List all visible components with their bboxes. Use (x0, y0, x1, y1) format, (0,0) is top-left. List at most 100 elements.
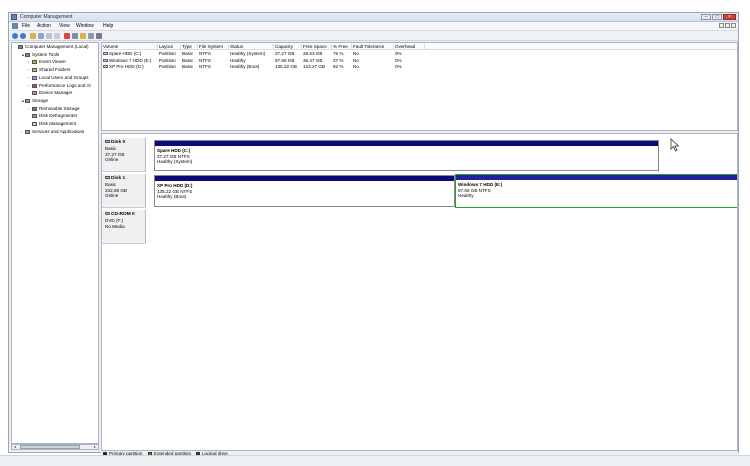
tree-node-label: Services and Applications (32, 128, 85, 134)
table-cell: 0% (395, 64, 402, 69)
column-header[interactable]: Volume (103, 44, 158, 49)
table-cell: 36.47 GB (303, 57, 323, 63)
table-row[interactable]: Spare HDD (C:) Partition Basic NTFS Healthy … (102, 51, 737, 57)
minimize-button[interactable]: – (701, 14, 711, 20)
table-cell: Basic (182, 57, 194, 63)
tree-node[interactable]: › Event Viewer (28, 59, 66, 65)
menu-view[interactable]: View (59, 23, 70, 29)
menu-window[interactable]: Window (76, 23, 94, 29)
tree-node[interactable]: ▲ System Tools (21, 52, 59, 58)
scroll-thumb[interactable] (20, 445, 80, 449)
mouse-cursor-icon (670, 138, 680, 152)
child-close-button[interactable] (731, 23, 736, 28)
tree-node[interactable]: › Local Users and Groups (28, 75, 89, 81)
delete-icon[interactable] (64, 33, 70, 39)
table-cell: 75 % (333, 51, 344, 56)
column-header[interactable]: Free Space (303, 44, 332, 49)
tree-node[interactable]: › Removable Storage (28, 106, 80, 112)
console-tree-icon[interactable] (54, 33, 60, 39)
window-title: Computer Management (20, 14, 73, 20)
volume-name-cell: XP Pro HDD (D:) (103, 64, 144, 69)
table-cell: 135.22 GB (275, 64, 297, 69)
tree-node[interactable]: Device Manager (28, 90, 72, 96)
tree-node[interactable]: Computer Management (Local) (14, 44, 89, 50)
up-icon[interactable] (30, 33, 36, 39)
table-cell: Partition (159, 64, 176, 69)
drive-icon[interactable] (88, 33, 94, 39)
primary-partition-bar (155, 176, 454, 181)
tree-node-label: Local Users and Groups (39, 74, 89, 80)
table-row[interactable]: XP Pro HDD (D:) Partition Basic NTFS Healthy… (102, 64, 737, 70)
toolbar (9, 31, 738, 41)
column-header[interactable]: Status (230, 44, 274, 49)
menu-help[interactable]: Help (103, 23, 113, 29)
column-header[interactable]: Capacity (275, 44, 302, 49)
disk-state: Online (105, 157, 119, 162)
menu-file[interactable]: File (22, 23, 30, 29)
column-header[interactable]: File System (199, 44, 229, 49)
tree-node-icon (25, 98, 30, 103)
table-cell: 0% (395, 51, 402, 56)
column-header[interactable]: Layout (159, 44, 181, 49)
tree-node[interactable]: › Performance Logs and Al (28, 83, 91, 89)
table-cell: 28.63 GB (303, 51, 323, 56)
title-bar[interactable]: Computer Management – □ × (9, 13, 738, 22)
tree-horizontal-scrollbar[interactable]: ◂ ▸ (11, 444, 99, 450)
child-minimize-button[interactable] (719, 23, 724, 28)
scroll-right-icon[interactable]: ▸ (92, 445, 98, 449)
child-restore-button[interactable] (725, 23, 730, 28)
disk-0-label[interactable]: Disk 0 Basic 37.27 GB Online (102, 138, 146, 172)
tree-node-icon (32, 122, 37, 126)
tree-node[interactable]: ▲ Storage (21, 98, 48, 104)
partition-name: XP Pro HDD (D:) (157, 183, 193, 188)
main-window: Computer Management – □ × File Action Vi… (8, 12, 739, 458)
tree-node-label: Shared Folders (39, 67, 71, 73)
column-header[interactable]: % Free (333, 44, 352, 49)
table-row[interactable]: Windows 7 HDD (E:) Partition Basic NTFS Heal… (102, 58, 737, 64)
disk-icon (105, 176, 110, 179)
menu-action[interactable]: Action (37, 23, 51, 29)
scroll-left-icon[interactable]: ◂ (12, 445, 18, 449)
column-header[interactable]: Fault Tolerance (353, 44, 394, 49)
disk-icon (105, 140, 110, 143)
console-icon[interactable] (12, 23, 18, 29)
column-header[interactable]: Overhead (395, 44, 425, 49)
volume-name: Spare HDD (C:) (109, 51, 142, 56)
disk-icon[interactable] (96, 33, 102, 39)
tree-node[interactable]: Disk Management (28, 121, 76, 127)
properties-icon[interactable] (38, 33, 44, 39)
help-icon[interactable] (46, 33, 52, 39)
tree-node[interactable]: › Services and Applications (21, 129, 84, 135)
primary-partition-bar (155, 141, 658, 146)
forward-icon[interactable] (20, 33, 26, 39)
volume-name: XP Pro HDD (D:) (109, 64, 144, 69)
folder-icon[interactable] (80, 33, 86, 39)
volume-name: Windows 7 HDD (E:) (109, 57, 152, 63)
table-cell: 37.27 GB (275, 51, 295, 56)
disk-name: CD-ROM 0 (111, 212, 135, 217)
table-cell: Partition (159, 57, 176, 63)
console-tree[interactable]: Computer Management (Local) ▲ System Tools… (11, 42, 99, 444)
partition-status: Healthy (System) (157, 159, 193, 164)
back-icon[interactable] (12, 33, 18, 39)
disk-graphical-view[interactable]: Disk 0 Basic 37.27 GB Online Spare HDD (… (101, 133, 738, 451)
close-button[interactable]: × (723, 14, 736, 20)
partition-xp-pro-d[interactable]: XP Pro HDD (D:) 135.22 GB NTFS Healthy (… (154, 175, 455, 207)
table-cell: Partition (159, 51, 176, 56)
partition-windows-7-e[interactable]: Windows 7 HDD (E:) 97.66 GB NTFS Healthy (455, 174, 737, 208)
partition-spare-c[interactable]: Spare HDD (C:) 37.27 GB NTFS Healthy (Sy… (154, 140, 659, 171)
computer-management-icon (11, 14, 17, 20)
maximize-button[interactable]: □ (712, 14, 722, 20)
column-header[interactable]: Type (182, 44, 198, 49)
tree-node[interactable]: Disk Defragmenter (28, 113, 77, 119)
disk-1-label[interactable]: Disk 1 Basic 232.88 GB Online (102, 174, 146, 208)
table-cell: No (353, 64, 359, 69)
cdrom-0-label[interactable]: CD-ROM 0 DVD (F:) No Media (102, 210, 146, 244)
settings-icon[interactable] (72, 33, 78, 39)
tree-node[interactable]: › Shared Folders (28, 67, 70, 73)
tree-node-icon (32, 68, 37, 73)
tree-node-icon (32, 60, 37, 65)
tree-node-label: Computer Management (Local) (25, 44, 89, 49)
partition-name: Spare HDD (C:) (157, 148, 191, 153)
volume-list[interactable]: Volume Layout Type File System Status Capacit… (101, 42, 738, 131)
